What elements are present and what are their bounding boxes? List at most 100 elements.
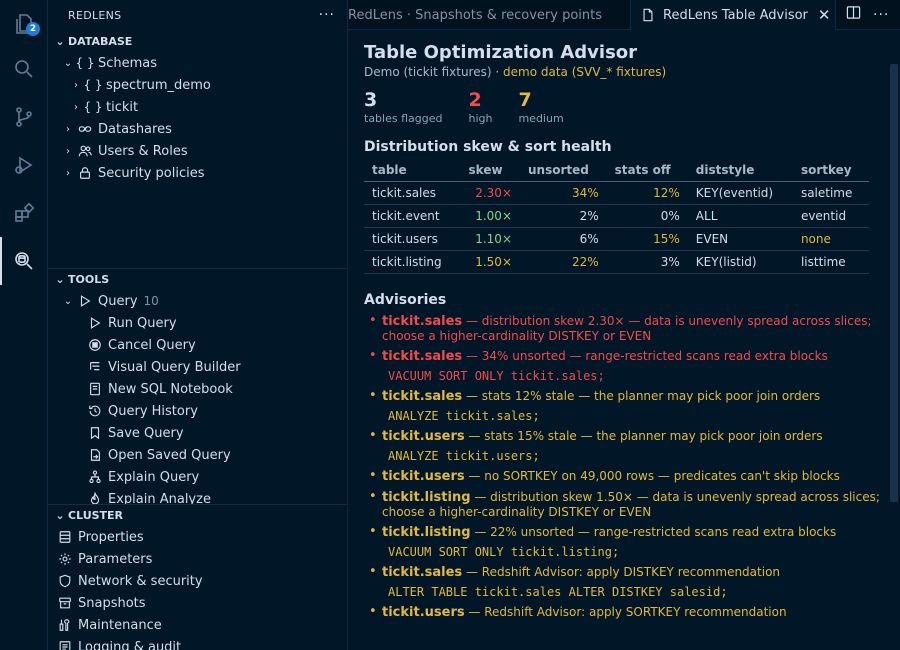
notebook-icon [86,382,104,396]
list-item: tickit.sales — Redshift Advisor: apply D… [364,565,884,599]
source-control-icon[interactable] [0,93,48,141]
demo-data-label: demo data (SVV_* fixtures) [503,65,667,79]
table-row: tickit.sales 2.30× 34% 12% KEY(eventid) … [364,181,869,205]
preview-icon [641,8,655,22]
search-icon[interactable] [0,45,48,93]
tools-icon [56,618,74,632]
chevron-right-icon: › [66,123,70,135]
cluster-maintenance[interactable]: Maintenance [48,614,347,636]
advisor-panel: Table Optimization Advisor Demo (tickit … [348,30,900,650]
skew-heading: Distribution skew & sort health [364,138,612,155]
chevron-down-icon: ⌄ [55,273,65,286]
tool-query-history[interactable]: Query History [48,400,347,422]
chevron-down-icon: ⌄ [55,34,65,48]
more-actions-icon[interactable]: ··· [873,7,889,23]
table-header-row: table skew unsorted stats off diststyle … [364,158,869,182]
tool-cancel-query[interactable]: Cancel Query [48,334,347,356]
tree-item-users-roles[interactable]: › Users & Roles [48,140,347,162]
list-item: tickit.users — Redshift Advisor: apply S… [364,605,884,620]
stat-medium: 7 medium [518,89,564,125]
chevron-right-icon: › [66,145,70,157]
tool-explain-analyze[interactable]: Explain Analyze [48,488,347,504]
tree-item-spectrum-demo[interactable]: › { } spectrum_demo [48,74,347,96]
list-item: tickit.sales — distribution skew 2.30× —… [364,314,884,343]
chevron-down-icon: ⌄ [63,57,73,69]
tool-save-query[interactable]: Save Query [48,422,347,444]
tree-item-security-policies[interactable]: › Security policies [48,162,347,184]
list-item: tickit.users — no SORTKEY on 49,000 rows… [364,469,884,484]
tree-item-query[interactable]: ⌄ Query 10 [48,290,347,312]
chevron-right-icon: › [74,79,78,91]
tab-snapshots[interactable]: RedLens · Snapshots & recovery points [348,0,630,30]
code-snippet: VACUUM SORT ONLY tickit.listing; [388,544,620,559]
tools-tree: ⌄ Query 10 Run Query Cancel Query Visual… [48,290,347,504]
skew-table: table skew unsorted stats off diststyle … [364,158,869,274]
lock-icon [76,166,94,180]
editor-tab-bar: RedLens · Snapshots & recovery points Re… [348,0,900,30]
editor-actions: ··· [836,0,889,29]
code-snippet: VACUUM SORT ONLY tickit.sales; [388,368,605,383]
more-actions-icon[interactable]: ··· [319,7,335,23]
list-tree-icon [86,360,104,374]
database-icon [56,530,74,544]
page-subtitle: Demo (tickit fixtures) · demo data (SVV_… [364,65,667,79]
bookmark-icon [86,426,104,440]
database-tree: ⌄ { } Schemas › { } spectrum_demo › { } … [48,52,347,268]
vertical-scrollbar[interactable] [890,64,898,502]
braces-icon: { } [83,78,103,92]
cluster-properties[interactable]: Properties [48,526,347,548]
list-item: tickit.users — stats 15% stale — the pla… [364,429,884,463]
tool-visual-query-builder[interactable]: Visual Query Builder [48,356,347,378]
tool-open-saved-query[interactable]: Open Saved Query [48,444,347,466]
table-row: tickit.listing 1.50× 22% 3% KEY(listid) … [364,250,869,274]
col-table: table [364,158,461,182]
cluster-network-security[interactable]: Network & security [48,570,347,592]
split-editor-icon[interactable] [846,5,861,24]
col-sortkey: sortkey [792,158,869,182]
list-item: tickit.sales — stats 12% stale — the pla… [364,389,884,423]
tool-explain-query[interactable]: Explain Query [48,466,347,488]
extensions-icon[interactable] [0,189,48,237]
tree-item-schemas[interactable]: ⌄ { } Schemas [48,52,347,74]
col-diststyle: diststyle [687,158,793,182]
cluster-logging-audit[interactable]: Logging & audit [48,636,347,650]
redlens-icon[interactable] [0,237,48,285]
gear-icon [56,552,74,566]
users-icon [76,144,94,158]
activity-bar: 2 [0,0,48,650]
play-icon [86,316,104,330]
shield-icon [56,574,74,588]
section-cluster[interactable]: ⌄ CLUSTER [48,504,347,526]
run-debug-icon[interactable] [0,141,48,189]
query-count: 10 [143,294,159,308]
chevron-down-icon: ⌄ [55,509,65,522]
code-snippet: ANALYZE tickit.sales; [388,408,540,423]
advisories-list: tickit.sales — distribution skew 2.30× —… [364,314,884,620]
chevron-right-icon: › [74,101,78,113]
page-title: Table Optimization Advisor [364,42,638,63]
type-hierarchy-icon [86,470,104,484]
tree-item-datashares[interactable]: › Datashares [48,118,347,140]
advisories-heading: Advisories [364,291,447,308]
stats-summary: 3 tables flagged 2 high 7 medium [364,89,884,125]
section-tools[interactable]: ⌄ TOOLS [48,268,347,290]
col-unsorted: unsorted [520,158,607,182]
cluster-tree: Properties Parameters Network & security… [48,526,347,650]
output-icon [56,640,74,650]
table-row: tickit.event 1.00× 2% 0% ALL eventid [364,204,869,228]
tool-run-query[interactable]: Run Query [48,312,347,334]
close-icon[interactable]: ✕ [818,6,831,24]
explorer-icon[interactable]: 2 [0,0,48,48]
col-stats-off: stats off [606,158,688,182]
section-database[interactable]: ⌄ DATABASE [48,30,347,52]
tool-new-sql-notebook[interactable]: New SQL Notebook [48,378,347,400]
tab-table-advisor[interactable]: RedLens Table Advisor ✕ [630,0,836,30]
tree-item-tickit[interactable]: › { } tickit [48,96,347,118]
history-icon [86,404,104,418]
braces-icon: { } [83,100,103,114]
cluster-parameters[interactable]: Parameters [48,548,347,570]
cluster-snapshots[interactable]: Snapshots [48,592,347,614]
list-item: tickit.listing — 22% unsorted — range-re… [364,525,884,559]
stat-high: 2 high [468,89,493,125]
stop-circle-icon [86,338,104,352]
